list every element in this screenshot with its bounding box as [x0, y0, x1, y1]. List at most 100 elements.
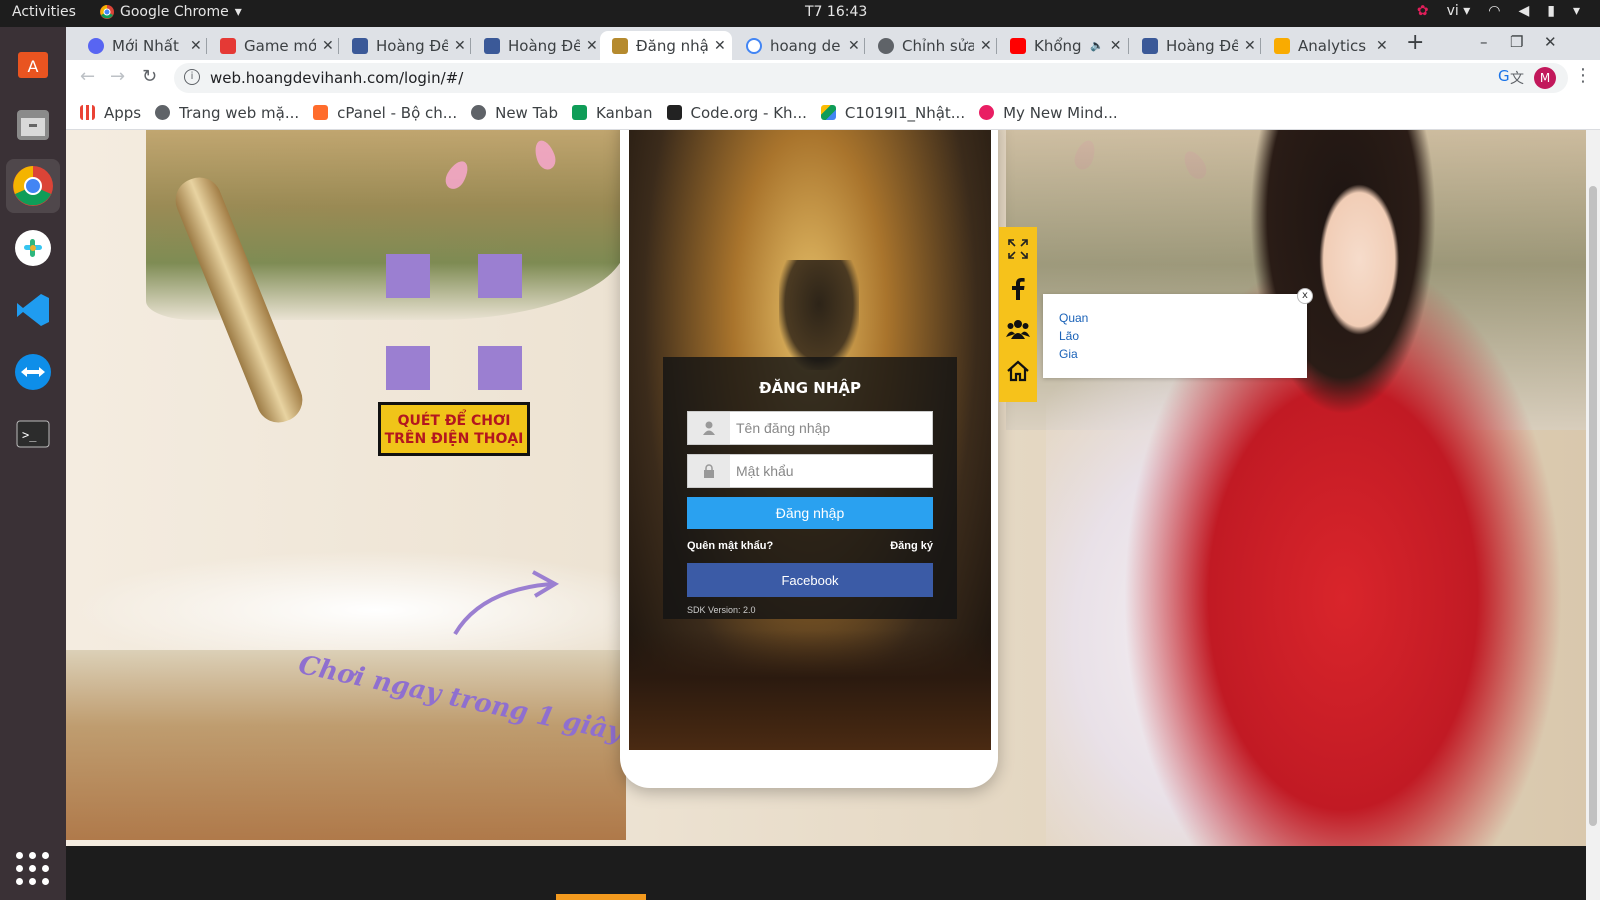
tab[interactable]: Game mới ✕ — [208, 31, 336, 60]
bookmark-item[interactable]: cPanel - Bộ ch... — [313, 104, 457, 122]
username-field[interactable] — [687, 411, 933, 445]
app-menu-label: Google Chrome — [120, 4, 229, 20]
back-icon[interactable]: ← — [80, 66, 95, 87]
popup-link[interactable]: Lão — [1059, 329, 1079, 343]
restore-icon[interactable]: ❐ — [1510, 33, 1523, 51]
menu-kebab-icon[interactable]: ⋮ — [1574, 65, 1592, 86]
activities-button[interactable]: Activities — [12, 4, 76, 20]
audio-playing-icon[interactable]: 🔈 — [1090, 39, 1104, 52]
translate-extension-icon[interactable]: G — [1498, 67, 1510, 85]
bookmark-item[interactable]: C1019I1_Nhật... — [820, 104, 965, 122]
tab-title: Đăng nhập — [636, 36, 708, 55]
forgot-password-link[interactable]: Quên mật khẩu? — [687, 540, 773, 552]
bookmark-item[interactable]: New Tab — [471, 104, 558, 122]
slack-icon[interactable] — [6, 221, 60, 275]
register-link[interactable]: Đăng ký — [890, 540, 933, 552]
qr-code-block — [386, 346, 430, 390]
bookmark-item[interactable]: My New Mind... — [979, 104, 1118, 122]
login-button[interactable]: Đăng nhập — [687, 497, 933, 529]
reload-icon[interactable]: ↻ — [142, 66, 157, 87]
tab-title: Chỉnh sửa — [902, 36, 974, 55]
svg-text:>_: >_ — [22, 428, 37, 442]
password-input[interactable] — [736, 455, 926, 487]
battle-artwork — [629, 630, 991, 750]
bookmark-apps[interactable]: Apps — [80, 104, 141, 122]
facebook-favicon-icon — [484, 37, 500, 54]
language-label: vi — [1446, 3, 1459, 19]
tab[interactable]: Hoàng Đế ✕ — [340, 31, 468, 60]
close-icon[interactable]: ✕ — [848, 38, 860, 54]
forward-icon[interactable]: → — [110, 66, 125, 87]
close-icon[interactable]: ✕ — [190, 38, 202, 54]
fullscreen-icon[interactable] — [1006, 237, 1030, 261]
input-language[interactable]: vi ▾ — [1447, 3, 1471, 19]
scan-to-play-line1: QUÉT ĐỂ CHƠI — [397, 413, 511, 429]
home-icon[interactable] — [1006, 359, 1030, 383]
software-center-icon[interactable]: A — [6, 35, 60, 89]
translate-icon[interactable]: 文 — [1510, 68, 1524, 88]
facebook-icon[interactable] — [1006, 277, 1030, 301]
app-menu[interactable]: Google Chrome ▾ — [100, 4, 242, 20]
tab[interactable]: Mới Nhất ✕ — [76, 31, 204, 60]
minimize-icon[interactable]: – — [1480, 33, 1488, 51]
slack-tray-icon[interactable]: ✿ — [1417, 3, 1429, 19]
tab[interactable]: Hoàng Đế ✕ — [1130, 31, 1258, 60]
close-icon[interactable]: ✕ — [454, 38, 466, 54]
username-input[interactable] — [736, 412, 926, 444]
window-close-icon[interactable]: ✕ — [1544, 33, 1557, 51]
teamviewer-icon[interactable] — [6, 345, 60, 399]
qr-code-block — [386, 254, 430, 298]
battery-icon[interactable]: ▮ — [1547, 3, 1555, 19]
google-favicon-icon — [746, 37, 762, 54]
wifi-icon[interactable]: ◠ — [1488, 3, 1500, 19]
scan-to-play-button[interactable]: QUÉT ĐỂ CHƠI TRÊN ĐIỆN THOẠI — [378, 402, 530, 456]
popup-close-button[interactable]: x — [1297, 288, 1313, 304]
chevron-down-icon[interactable]: ▾ — [1573, 3, 1580, 19]
tab[interactable]: Chỉnh sửa ✕ — [866, 31, 994, 60]
youtube-favicon-icon — [1010, 37, 1026, 54]
system-tray[interactable]: ✿ vi ▾ ◠ ◀ ▮ ▾ — [1417, 3, 1580, 19]
page-scrollbar[interactable] — [1586, 130, 1600, 900]
new-tab-button[interactable]: + — [1406, 30, 1424, 55]
popup-link[interactable]: Gia — [1059, 347, 1078, 361]
tab[interactable]: Analytics ✕ — [1262, 31, 1390, 60]
bookmark-label: cPanel - Bộ ch... — [337, 103, 458, 122]
url-text[interactable]: web.hoangdevihanh.com/login/#/ — [210, 69, 463, 87]
site-info-icon[interactable]: i — [184, 69, 200, 85]
bookmark-item[interactable]: Code.org - Kh... — [666, 104, 807, 122]
close-icon[interactable]: ✕ — [1244, 38, 1256, 54]
bookmark-item[interactable]: Trang web mặ... — [155, 104, 299, 122]
tab[interactable]: hoang de ✕ — [734, 31, 862, 60]
popup-link[interactable]: Quan — [1059, 311, 1088, 325]
bookmark-item[interactable]: Kanban — [572, 104, 653, 122]
files-icon[interactable] — [6, 97, 60, 151]
emperor-artwork — [779, 260, 859, 370]
close-icon[interactable]: ✕ — [1110, 38, 1122, 54]
scrollbar-thumb[interactable] — [1589, 186, 1597, 826]
profile-avatar[interactable]: M — [1534, 67, 1556, 89]
terminal-icon[interactable]: >_ — [6, 407, 60, 461]
tab-active[interactable]: Đăng nhập ✕ — [600, 31, 732, 60]
tab[interactable]: Hoàng Đế ✕ — [472, 31, 600, 60]
tab[interactable]: Khổng 🔈 ✕ — [998, 31, 1126, 60]
tab-title: hoang de — [770, 36, 841, 55]
google-drive-icon — [820, 105, 836, 120]
clock[interactable]: T7 16:43 — [805, 4, 867, 20]
facebook-login-button[interactable]: Facebook — [687, 563, 933, 597]
chrome-dock-icon[interactable] — [6, 159, 60, 213]
volume-icon[interactable]: ◀ — [1518, 3, 1529, 19]
page-footer — [66, 846, 1586, 900]
password-field[interactable] — [687, 454, 933, 488]
close-icon[interactable]: ✕ — [322, 38, 334, 54]
close-icon[interactable]: ✕ — [1376, 38, 1388, 54]
close-icon[interactable]: ✕ — [714, 38, 726, 54]
show-applications-icon[interactable] — [16, 852, 50, 886]
group-icon[interactable] — [1006, 317, 1030, 341]
close-icon[interactable]: ✕ — [586, 38, 598, 54]
close-icon[interactable]: ✕ — [980, 38, 992, 54]
address-bar[interactable]: i web.hoangdevihanh.com/login/#/ 文 ☆ — [174, 63, 1568, 93]
vscode-icon[interactable] — [6, 283, 60, 337]
tab-title: Analytics — [1298, 36, 1367, 55]
tab-strip: Mới Nhất ✕ Game mới ✕ Hoàng Đế ✕ Hoàng Đế ✕ … — [66, 27, 1600, 60]
bookmark-label: Kanban — [596, 103, 653, 122]
